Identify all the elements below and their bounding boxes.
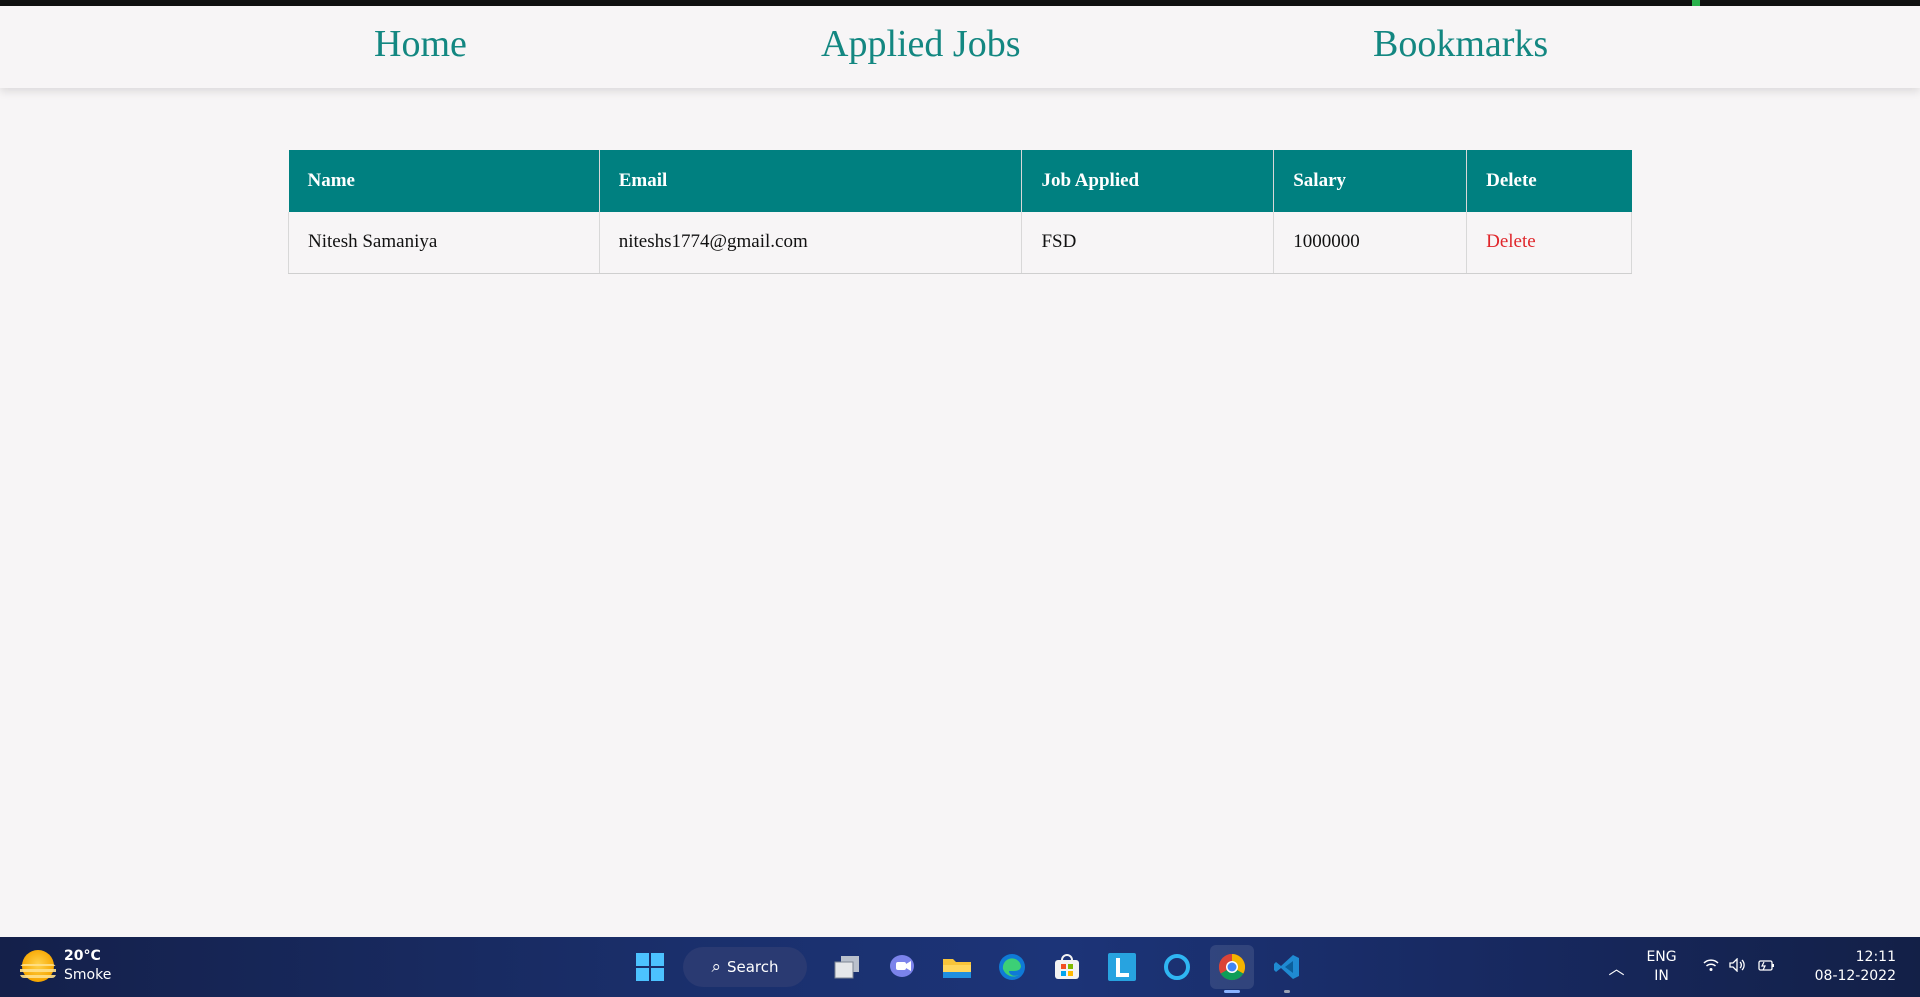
chrome-icon[interactable] — [1210, 945, 1254, 993]
volume-icon — [1728, 957, 1747, 976]
windows-start-icon[interactable] — [628, 945, 672, 989]
language-code: ENG — [1646, 949, 1677, 965]
running-app-indicator — [1284, 990, 1290, 993]
clock-date: 08-12-2022 — [1814, 968, 1896, 984]
search-label: Search — [726, 958, 779, 976]
applied-jobs-table-container: Name Email Job Applied Salary Delete Nit… — [288, 150, 1632, 274]
clock-time: 12:11 — [1855, 949, 1896, 965]
cell-email: niteshs1774@gmail.com — [599, 212, 1023, 274]
windows-taskbar: 20°C Smoke ⌕ Search ︿ ENG IN 12:11 08-12… — [0, 937, 1920, 997]
wifi-icon — [1703, 958, 1719, 976]
table-header: Name Email Job Applied Salary Delete — [288, 150, 1632, 212]
language-indicator[interactable]: ENG IN — [1646, 948, 1676, 986]
column-header-name: Name — [288, 150, 600, 212]
l-app-icon[interactable] — [1100, 945, 1144, 989]
column-header-job-applied: Job Applied — [1021, 150, 1275, 212]
weather-description: Smoke — [64, 967, 112, 983]
vscode-icon[interactable] — [1265, 945, 1309, 993]
edge-icon[interactable] — [990, 945, 1034, 989]
table-body: Nitesh Samaniya niteshs1774@gmail.com FS… — [288, 212, 1632, 274]
weather-widget[interactable]: 20°C Smoke — [20, 947, 111, 985]
taskbar-search-button[interactable]: ⌕ Search — [683, 947, 807, 987]
delete-link[interactable]: Delete — [1486, 231, 1536, 252]
table-header-row: Name Email Job Applied Salary Delete — [288, 150, 1632, 212]
nav-applied-jobs-link[interactable]: Applied Jobs — [821, 22, 1021, 66]
teams-chat-icon[interactable] — [880, 945, 924, 989]
weather-temperature: 20°C — [64, 948, 101, 964]
tray-status-icons[interactable] — [1703, 957, 1785, 976]
cell-salary: 1000000 — [1273, 212, 1468, 274]
cell-delete: Delete — [1466, 212, 1632, 274]
column-header-salary: Salary — [1273, 150, 1468, 212]
nav-bookmarks-link[interactable]: Bookmarks — [1373, 22, 1548, 66]
file-explorer-icon[interactable] — [935, 945, 979, 989]
store-icon[interactable] — [1045, 945, 1089, 989]
region-code: IN — [1654, 968, 1669, 984]
battery-icon — [1757, 958, 1775, 976]
weather-text: 20°C Smoke — [64, 947, 111, 985]
column-header-email: Email — [599, 150, 1023, 212]
nav-home-link[interactable]: Home — [374, 22, 467, 66]
column-header-delete: Delete — [1466, 150, 1632, 212]
system-tray: ︿ ENG IN 12:11 08-12-2022 — [1608, 937, 1920, 997]
clock[interactable]: 12:11 08-12-2022 — [1815, 948, 1896, 986]
weather-smoke-icon — [20, 950, 56, 982]
cell-job-applied: FSD — [1021, 212, 1275, 274]
cell-name: Nitesh Samaniya — [288, 212, 600, 274]
table-row: Nitesh Samaniya niteshs1774@gmail.com FS… — [288, 212, 1632, 274]
cortana-icon[interactable] — [1155, 945, 1199, 989]
active-app-indicator — [1224, 990, 1240, 993]
search-icon: ⌕ — [711, 957, 721, 977]
chevron-up-icon[interactable]: ︿ — [1608, 955, 1624, 979]
applied-jobs-table: Name Email Job Applied Salary Delete Nit… — [288, 150, 1632, 274]
top-navbar: Home Applied Jobs Bookmarks — [0, 6, 1920, 88]
taskbar-apps: ⌕ Search — [628, 945, 1320, 993]
task-view-icon[interactable] — [825, 945, 869, 989]
